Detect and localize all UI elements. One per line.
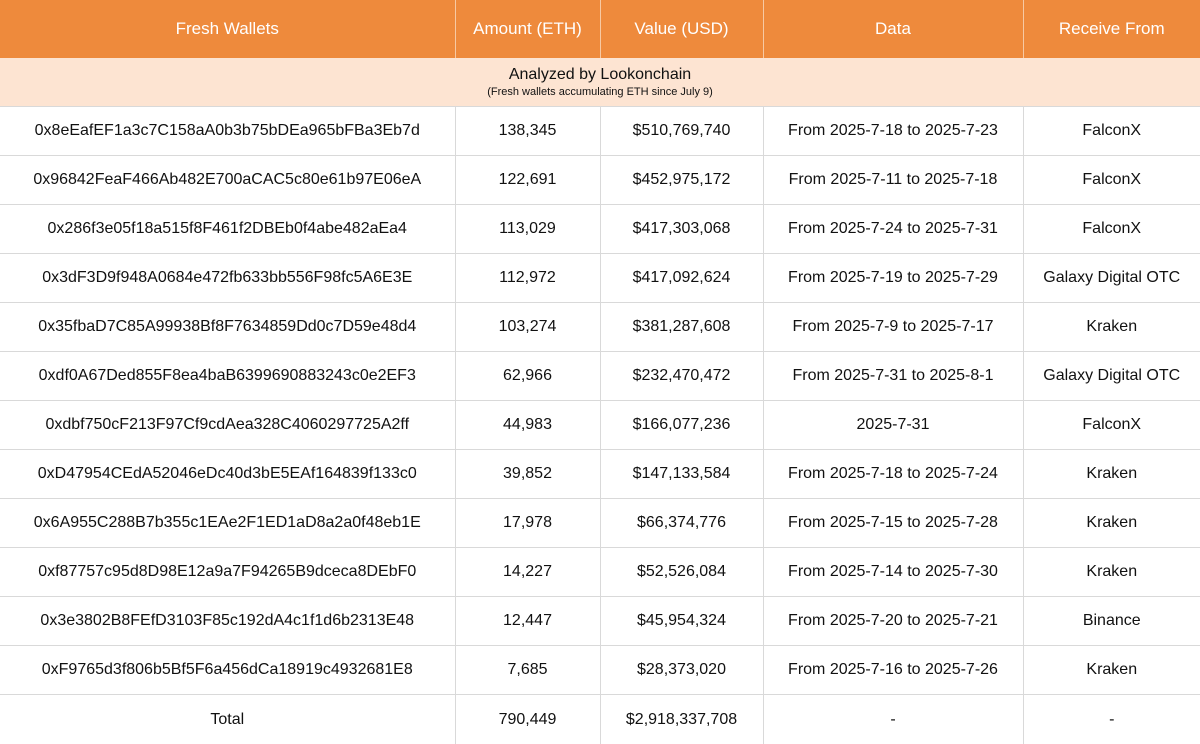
- wallet-address-cell: 0xF9765d3f806b5Bf5F6a456dCa18919c4932681…: [0, 646, 455, 695]
- amount-eth-cell: 17,978: [455, 499, 600, 548]
- table-row: 0x8eEafEF1a3c7C158aA0b3b75bDEa965bFBa3Eb…: [0, 107, 1200, 156]
- date-range-cell: From 2025-7-9 to 2025-7-17: [763, 303, 1023, 352]
- table-subtitle: (Fresh wallets accumulating ETH since Ju…: [0, 85, 1200, 99]
- total-label-cell: Total: [0, 695, 455, 744]
- amount-eth-cell: 44,983: [455, 401, 600, 450]
- wallet-address-cell: 0x96842FeaF466Ab482E700aCAC5c80e61b97E06…: [0, 156, 455, 205]
- total-amount-eth-cell: 790,449: [455, 695, 600, 744]
- amount-eth-cell: 12,447: [455, 597, 600, 646]
- value-usd-cell: $417,303,068: [600, 205, 763, 254]
- value-usd-cell: $166,077,236: [600, 401, 763, 450]
- wallet-address-cell: 0x286f3e05f18a515f8F461f2DBEb0f4abe482aE…: [0, 205, 455, 254]
- date-range-cell: From 2025-7-18 to 2025-7-23: [763, 107, 1023, 156]
- source-cell: FalconX: [1023, 401, 1200, 450]
- source-cell: Kraken: [1023, 499, 1200, 548]
- wallet-address-cell: 0xdf0A67Ded855F8ea4baB6399690883243c0e2E…: [0, 352, 455, 401]
- source-cell: Kraken: [1023, 646, 1200, 695]
- table-row: 0x6A955C288B7b355c1EAe2F1ED1aD8a2a0f48eb…: [0, 499, 1200, 548]
- amount-eth-cell: 14,227: [455, 548, 600, 597]
- source-cell: Galaxy Digital OTC: [1023, 352, 1200, 401]
- table-row: 0xdf0A67Ded855F8ea4baB6399690883243c0e2E…: [0, 352, 1200, 401]
- date-range-cell: From 2025-7-15 to 2025-7-28: [763, 499, 1023, 548]
- date-range-cell: From 2025-7-11 to 2025-7-18: [763, 156, 1023, 205]
- value-usd-cell: $417,092,624: [600, 254, 763, 303]
- wallet-address-cell: 0xD47954CEdA52046eDc40d3bE5EAf164839f133…: [0, 450, 455, 499]
- value-usd-cell: $452,975,172: [600, 156, 763, 205]
- amount-eth-cell: 113,029: [455, 205, 600, 254]
- date-range-cell: From 2025-7-18 to 2025-7-24: [763, 450, 1023, 499]
- source-cell: Kraken: [1023, 548, 1200, 597]
- amount-eth-cell: 122,691: [455, 156, 600, 205]
- value-usd-cell: $28,373,020: [600, 646, 763, 695]
- source-cell: Galaxy Digital OTC: [1023, 254, 1200, 303]
- source-cell: FalconX: [1023, 205, 1200, 254]
- column-header-amount-eth: Amount (ETH): [455, 0, 600, 58]
- table-header: Fresh Wallets Amount (ETH) Value (USD) D…: [0, 0, 1200, 58]
- value-usd-cell: $510,769,740: [600, 107, 763, 156]
- source-cell: FalconX: [1023, 107, 1200, 156]
- table-row: 0xf87757c95d8D98E12a9a7F94265B9dceca8DEb…: [0, 548, 1200, 597]
- date-range-cell: From 2025-7-20 to 2025-7-21: [763, 597, 1023, 646]
- wallet-address-cell: 0x3e3802B8FEfD3103F85c192dA4c1f1d6b2313E…: [0, 597, 455, 646]
- total-row: Total790,449$2,918,337,708--: [0, 695, 1200, 744]
- value-usd-cell: $147,133,584: [600, 450, 763, 499]
- total-date-cell: -: [763, 695, 1023, 744]
- total-value-usd-cell: $2,918,337,708: [600, 695, 763, 744]
- table-row: 0x3e3802B8FEfD3103F85c192dA4c1f1d6b2313E…: [0, 597, 1200, 646]
- column-header-data: Data: [763, 0, 1023, 58]
- wallets-table: Fresh Wallets Amount (ETH) Value (USD) D…: [0, 0, 1200, 744]
- banner-cell: Analyzed by Lookonchain (Fresh wallets a…: [0, 58, 1200, 107]
- wallet-address-cell: 0x8eEafEF1a3c7C158aA0b3b75bDEa965bFBa3Eb…: [0, 107, 455, 156]
- date-range-cell: From 2025-7-31 to 2025-8-1: [763, 352, 1023, 401]
- source-cell: FalconX: [1023, 156, 1200, 205]
- table-row: 0x96842FeaF466Ab482E700aCAC5c80e61b97E06…: [0, 156, 1200, 205]
- source-cell: Binance: [1023, 597, 1200, 646]
- date-range-cell: From 2025-7-14 to 2025-7-30: [763, 548, 1023, 597]
- wallet-address-cell: 0xdbf750cF213F97Cf9cdAea328C4060297725A2…: [0, 401, 455, 450]
- value-usd-cell: $66,374,776: [600, 499, 763, 548]
- amount-eth-cell: 103,274: [455, 303, 600, 352]
- value-usd-cell: $232,470,472: [600, 352, 763, 401]
- amount-eth-cell: 7,685: [455, 646, 600, 695]
- source-cell: Kraken: [1023, 450, 1200, 499]
- column-header-value-usd: Value (USD): [600, 0, 763, 58]
- amount-eth-cell: 112,972: [455, 254, 600, 303]
- value-usd-cell: $52,526,084: [600, 548, 763, 597]
- value-usd-cell: $381,287,608: [600, 303, 763, 352]
- table-row: 0x3dF3D9f948A0684e472fb633bb556F98fc5A6E…: [0, 254, 1200, 303]
- wallet-address-cell: 0x3dF3D9f948A0684e472fb633bb556F98fc5A6E…: [0, 254, 455, 303]
- source-cell: Kraken: [1023, 303, 1200, 352]
- value-usd-cell: $45,954,324: [600, 597, 763, 646]
- date-range-cell: From 2025-7-24 to 2025-7-31: [763, 205, 1023, 254]
- table-row: 0x35fbaD7C85A99938Bf8F7634859Dd0c7D59e48…: [0, 303, 1200, 352]
- wallet-address-cell: 0xf87757c95d8D98E12a9a7F94265B9dceca8DEb…: [0, 548, 455, 597]
- wallet-address-cell: 0x6A955C288B7b355c1EAe2F1ED1aD8a2a0f48eb…: [0, 499, 455, 548]
- date-range-cell: From 2025-7-19 to 2025-7-29: [763, 254, 1023, 303]
- column-header-fresh-wallets: Fresh Wallets: [0, 0, 455, 58]
- column-header-receive-from: Receive From: [1023, 0, 1200, 58]
- amount-eth-cell: 62,966: [455, 352, 600, 401]
- banner-row: Analyzed by Lookonchain (Fresh wallets a…: [0, 58, 1200, 107]
- table-title: Analyzed by Lookonchain: [0, 65, 1200, 85]
- table-body: Analyzed by Lookonchain (Fresh wallets a…: [0, 58, 1200, 744]
- table-row: 0xF9765d3f806b5Bf5F6a456dCa18919c4932681…: [0, 646, 1200, 695]
- date-range-cell: From 2025-7-16 to 2025-7-26: [763, 646, 1023, 695]
- date-range-cell: 2025-7-31: [763, 401, 1023, 450]
- total-source-cell: -: [1023, 695, 1200, 744]
- wallet-address-cell: 0x35fbaD7C85A99938Bf8F7634859Dd0c7D59e48…: [0, 303, 455, 352]
- table-row: 0x286f3e05f18a515f8F461f2DBEb0f4abe482aE…: [0, 205, 1200, 254]
- amount-eth-cell: 138,345: [455, 107, 600, 156]
- table-row: 0xdbf750cF213F97Cf9cdAea328C4060297725A2…: [0, 401, 1200, 450]
- table-row: 0xD47954CEdA52046eDc40d3bE5EAf164839f133…: [0, 450, 1200, 499]
- amount-eth-cell: 39,852: [455, 450, 600, 499]
- header-row: Fresh Wallets Amount (ETH) Value (USD) D…: [0, 0, 1200, 58]
